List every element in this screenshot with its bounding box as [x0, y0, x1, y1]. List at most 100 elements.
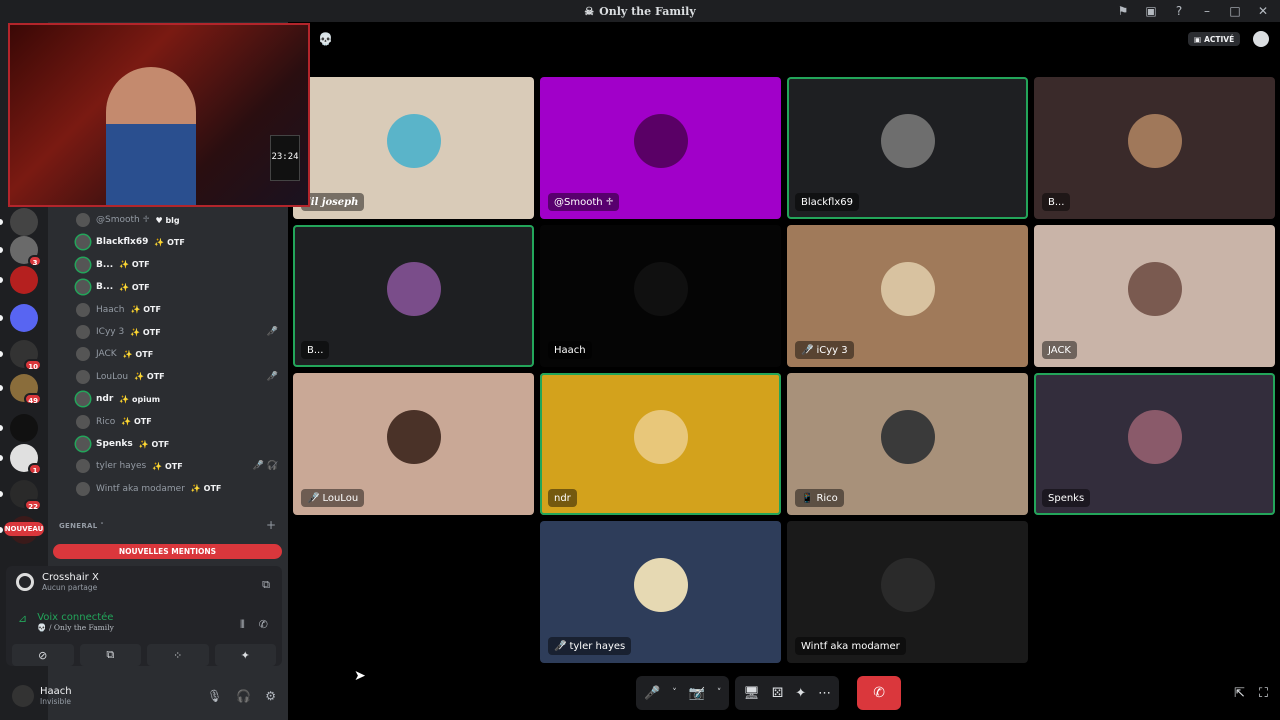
new-mentions-bar[interactable]: NOUVELLES MENTIONS [53, 544, 282, 559]
chat-icon[interactable] [1253, 31, 1269, 47]
tile-name-label: JACK [1042, 341, 1077, 359]
minimize-button[interactable]: – [1198, 2, 1216, 20]
camera-toggle-icon[interactable]: 📷̸ [689, 686, 705, 701]
server-icon[interactable]: 22 [10, 480, 42, 511]
notification-badge: 1 [28, 463, 42, 475]
video-tile[interactable]: lil joseph [293, 77, 534, 219]
video-tile[interactable]: 🎤̸ iCyy 3 [787, 225, 1028, 367]
mic-group: 🎤 ˅ 📷̸ ˅ [636, 676, 730, 710]
voice-member[interactable]: LouLou ✨ OTF [76, 367, 165, 387]
user-name[interactable]: Haach [40, 686, 72, 697]
add-channel-icon[interactable]: + [266, 518, 276, 532]
video-tile[interactable]: 📱 Rico [787, 373, 1028, 515]
member-name: ICyy 3 [96, 327, 125, 337]
member-name: tyler hayes [96, 461, 147, 472]
tile-name: JACK [1048, 344, 1071, 356]
signal-icon: ⊿ [18, 612, 28, 625]
help-icon[interactable]: ? [1170, 2, 1188, 20]
more-icon[interactable]: ⋯ [818, 686, 831, 701]
mic-toggle-icon[interactable]: 🎤 [644, 686, 660, 701]
window-title-text: Only the Family [599, 4, 696, 18]
voice-member[interactable]: Rico ✨ OTF [76, 412, 152, 432]
muted-icon: 🎤̸ 🎧̸ [252, 461, 278, 472]
server-icon[interactable]: 3 [10, 236, 42, 267]
avatar[interactable] [12, 685, 34, 707]
video-tile[interactable]: Wintf aka modamer [787, 521, 1028, 663]
video-tile[interactable]: @Smooth ♱ [540, 77, 781, 219]
activity-icon[interactable]: ⚄ [772, 686, 783, 701]
flag-icon[interactable]: ⚑ [1114, 2, 1132, 20]
camera-off-icon[interactable]: ⊘ [12, 644, 74, 666]
voice-channel[interactable]: 💀 / Only the Family [37, 623, 114, 632]
avatar [633, 409, 688, 464]
tile-name: Spenks [1048, 492, 1085, 504]
voice-status[interactable]: Voix connectée [37, 612, 114, 623]
voice-member[interactable]: Wintf aka modamer ✨ OTF [76, 479, 221, 499]
fullscreen-icon[interactable]: ⛶ [1259, 686, 1268, 701]
share-screen-icon[interactable]: 🖥 [743, 686, 760, 701]
voice-member[interactable]: tyler hayes ✨ OTF [76, 456, 183, 476]
category-general[interactable]: GENERAL ˅ [59, 522, 104, 530]
active-badge[interactable]: ▣ ACTIVÉ [1188, 32, 1241, 46]
notification-badge: 10 [24, 359, 42, 371]
member-name: LouLou [96, 371, 129, 382]
chevron-down-icon[interactable]: ˅ [672, 688, 677, 698]
voice-member[interactable]: ndr ✨ opium [76, 389, 160, 409]
video-tile[interactable]: 🎤̸ LouLou [293, 373, 534, 515]
voice-member[interactable]: JACK ✨ OTF [76, 344, 153, 364]
server-icon[interactable] [10, 304, 38, 332]
server-icon[interactable] [10, 208, 38, 236]
voice-member[interactable]: @Smooth ♱ ♥ blg [76, 210, 180, 230]
video-tile[interactable]: Spenks [1034, 373, 1275, 515]
video-tile[interactable]: Blackflx69 [787, 77, 1028, 219]
server-icon[interactable]: 49 [10, 374, 42, 405]
close-button[interactable]: ✕ [1254, 2, 1272, 20]
noise-suppression-icon[interactable]: ⦀ [240, 618, 245, 632]
maximize-button[interactable]: □ [1226, 2, 1244, 20]
voice-member[interactable]: ICyy 3 ✨ OTF [76, 322, 161, 342]
chevron-down-icon[interactable]: ˅ [717, 688, 722, 698]
server-icon[interactable] [10, 266, 38, 294]
mic-icon[interactable]: 🎙 [207, 689, 222, 703]
screen-share-icon[interactable]: ⧉ [262, 578, 270, 592]
server-icon[interactable] [10, 414, 38, 442]
disconnect-icon[interactable]: ✆ [259, 618, 268, 632]
voice-member[interactable]: Spenks ✨ OTF [76, 434, 169, 454]
tile-name: Blackflx69 [801, 196, 853, 208]
status-icon: 🎤̸ [307, 492, 320, 504]
badge-icon: ▣ [1194, 34, 1202, 44]
call-controls: 🎤 ˅ 📷̸ ˅ 🖥 ⚄ ✦ ⋯ ✆ [636, 676, 902, 710]
share-screen-icon[interactable]: ⧉ [79, 644, 141, 666]
video-tile[interactable]: Haach [540, 225, 781, 367]
gear-icon[interactable]: ⚙ [265, 689, 276, 703]
video-tile[interactable]: ndr [540, 373, 781, 515]
unread-pip [0, 351, 3, 357]
headphones-icon[interactable]: 🎧 [236, 689, 251, 703]
avatar [76, 213, 90, 227]
user-panel: Haach Invisible 🎙 🎧 ⚙ [6, 676, 282, 716]
voice-member[interactable]: B... ✨ OTF [76, 277, 150, 297]
activity-icon[interactable]: ⁘ [147, 644, 209, 666]
server-icon[interactable]: 10 [10, 340, 42, 371]
popout-icon[interactable]: ⇱ [1234, 686, 1245, 701]
voice-member[interactable]: B... ✨ OTF [76, 255, 150, 275]
server-icon[interactable]: 1 [10, 444, 42, 475]
tile-name: ndr [554, 492, 571, 504]
unread-pip [0, 491, 3, 497]
new-badge[interactable]: NOUVEAU [4, 522, 44, 536]
tile-name: lil joseph [307, 196, 359, 208]
tile-name: tyler hayes [569, 640, 626, 652]
inbox-icon[interactable]: ▣ [1142, 2, 1160, 20]
video-tile[interactable]: 🎤̸ tyler hayes [540, 521, 781, 663]
member-tag: ✨ OTF [121, 417, 152, 427]
hangup-button[interactable]: ✆ [857, 676, 902, 710]
video-tile[interactable]: JACK [1034, 225, 1275, 367]
video-tile[interactable]: B... [1034, 77, 1275, 219]
game-activity: Crosshair X Aucun partage [16, 572, 99, 592]
soundboard-icon[interactable]: ✦ [214, 644, 276, 666]
voice-member[interactable]: Blackflx69 ✨ OTF [76, 232, 185, 252]
soundboard-icon[interactable]: ✦ [795, 686, 806, 701]
voice-member[interactable]: Haach ✨ OTF [76, 300, 161, 320]
unread-pip [0, 247, 3, 253]
video-tile[interactable]: B... [293, 225, 534, 367]
